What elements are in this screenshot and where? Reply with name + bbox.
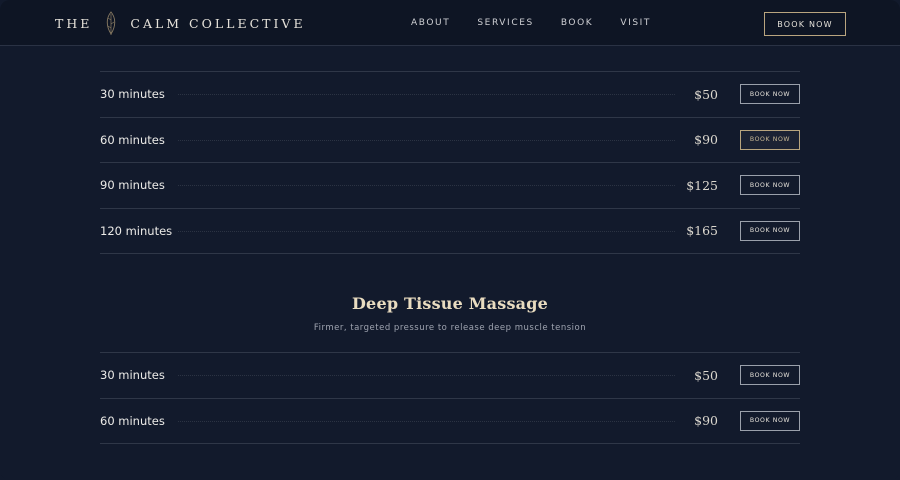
dotted-leader — [178, 185, 675, 187]
book-now-button[interactable]: BOOK NOW — [740, 365, 800, 386]
dotted-leader — [178, 139, 675, 141]
site-header: THE CALM COLLECTIVE ABOUT SERVICES BOOK … — [0, 0, 900, 46]
services-content: 30 minutes $50 BOOK NOW 60 minutes $90 B… — [100, 71, 800, 444]
price-label: $90 — [694, 132, 718, 148]
nav-visit[interactable]: VISIT — [620, 18, 651, 28]
service-title: Deep Tissue Massage — [351, 294, 548, 313]
book-now-button[interactable]: BOOK NOW — [740, 220, 800, 241]
service-heading: Deep Tissue Massage Firmer, targeted pre… — [100, 254, 800, 352]
dotted-leader — [178, 420, 675, 422]
price-label: $165 — [686, 223, 718, 239]
main-nav: ABOUT SERVICES BOOK VISIT — [411, 0, 678, 46]
dotted-leader — [178, 375, 675, 377]
price-row: 60 minutes $90 BOOK NOW — [100, 118, 800, 163]
duration-label: 30 minutes — [100, 368, 165, 383]
price-row: 120 minutes $165 BOOK NOW — [100, 209, 800, 254]
price-row: 90 minutes $125 BOOK NOW — [100, 163, 800, 209]
brand-the: THE — [55, 15, 93, 31]
duration-label: 120 minutes — [100, 223, 173, 238]
service-list-1: 30 minutes $50 BOOK NOW 60 minutes $90 B… — [100, 71, 800, 254]
duration-label: 60 minutes — [100, 413, 165, 428]
price-row: 30 minutes $50 BOOK NOW — [100, 72, 800, 118]
price-label: $90 — [694, 413, 718, 429]
book-now-button[interactable]: BOOK NOW — [740, 175, 800, 196]
price-row: 60 minutes $90 BOOK NOW — [100, 399, 800, 444]
book-now-button[interactable]: BOOK NOW — [740, 84, 800, 105]
price-label: $50 — [694, 367, 718, 383]
nav-book[interactable]: BOOK — [561, 18, 594, 28]
price-label: $125 — [686, 177, 718, 193]
page: THE CALM COLLECTIVE ABOUT SERVICES BOOK … — [0, 0, 900, 480]
service-description: Firmer, targeted pressure to release dee… — [313, 323, 587, 333]
book-now-button-hovered[interactable]: BOOK NOW — [740, 129, 800, 150]
nav-about[interactable]: ABOUT — [411, 18, 450, 28]
brand-logo[interactable]: THE CALM COLLECTIVE — [55, 0, 306, 46]
service-list-2: 30 minutes $50 BOOK NOW 60 minutes $90 B… — [100, 352, 800, 444]
duration-label: 30 minutes — [100, 87, 165, 102]
price-row: 30 minutes $50 BOOK NOW — [100, 353, 800, 399]
duration-label: 60 minutes — [100, 132, 165, 147]
price-label: $50 — [694, 86, 718, 102]
duration-label: 90 minutes — [100, 178, 165, 193]
brand-name: CALM COLLECTIVE — [130, 15, 306, 31]
dotted-leader — [178, 230, 675, 232]
book-now-button[interactable]: BOOK NOW — [740, 410, 800, 431]
nav-services[interactable]: SERVICES — [477, 18, 533, 28]
leaf-icon — [107, 11, 116, 35]
header-book-now-button[interactable]: BOOK NOW — [764, 12, 846, 36]
dotted-leader — [178, 94, 675, 96]
